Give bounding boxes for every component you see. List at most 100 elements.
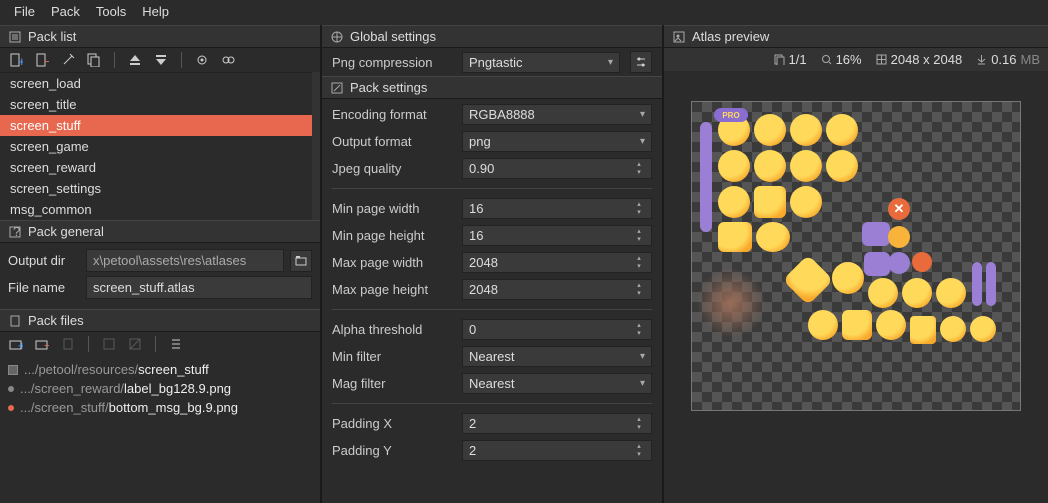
atlas-preview-header: Atlas preview <box>664 25 1048 48</box>
menu-file[interactable]: File <box>8 2 41 21</box>
preview-zoom[interactable]: 16% <box>821 52 862 67</box>
pack-list-item[interactable]: msg_common <box>0 199 312 220</box>
pack-settings-header: Pack settings <box>322 76 662 99</box>
svg-text:−: − <box>44 338 49 351</box>
include-icon[interactable] <box>101 336 117 352</box>
alpha-input[interactable]: 0▴▾ <box>462 319 652 340</box>
pack-list-title: Pack list <box>28 29 76 44</box>
maxw-input[interactable]: 2048▴▾ <box>462 252 652 273</box>
panel-icon <box>8 30 22 44</box>
svg-text:−: − <box>44 54 49 67</box>
magf-label: Mag filter <box>332 376 456 391</box>
svg-text:+: + <box>18 54 23 67</box>
png-compression-settings-icon[interactable] <box>630 51 652 73</box>
remove-folder-icon[interactable]: − <box>34 336 50 352</box>
sprite <box>876 310 906 340</box>
sprite <box>754 150 786 182</box>
file-item[interactable]: .../petool/resources/screen_stuff <box>6 360 314 379</box>
global-settings-title: Global settings <box>350 29 436 44</box>
sprite <box>910 316 936 344</box>
pack-list-item[interactable]: screen_load <box>0 73 312 94</box>
new-pack-icon[interactable]: + <box>8 52 24 68</box>
menu-pack[interactable]: Pack <box>45 2 86 21</box>
sprite: ✕ <box>888 198 910 220</box>
minf-label: Min filter <box>332 349 456 364</box>
sprite <box>940 316 966 342</box>
pack-files-toolbar: + − <box>0 332 320 356</box>
panel-icon <box>330 30 344 44</box>
sprite <box>756 222 790 252</box>
padx-input[interactable]: 2▴▾ <box>462 413 652 434</box>
sprite <box>888 252 910 274</box>
encoding-select[interactable]: RGBA8888 <box>462 104 652 125</box>
pack-settings-title: Pack settings <box>350 80 427 95</box>
browse-output-dir-icon[interactable] <box>290 250 312 272</box>
maxh-input[interactable]: 2048▴▾ <box>462 279 652 300</box>
pack-list-item[interactable]: screen_settings <box>0 178 312 199</box>
expand-icon[interactable] <box>168 336 184 352</box>
pack-general-title: Pack general <box>28 224 104 239</box>
magf-select[interactable]: Nearest <box>462 373 652 394</box>
svg-text:+: + <box>18 338 23 351</box>
minw-input[interactable]: 16▴▾ <box>462 198 652 219</box>
atlas-texture: ✕ PRO <box>691 101 1021 411</box>
exclude-icon[interactable] <box>127 336 143 352</box>
pack-list-item[interactable]: screen_stuff <box>0 115 312 136</box>
edit-pack-icon[interactable] <box>60 52 76 68</box>
png-compression-select[interactable]: Pngtastic <box>462 52 620 73</box>
menubar: File Pack Tools Help <box>0 0 1048 25</box>
file-status-dot <box>8 405 14 411</box>
copy-pack-icon[interactable] <box>86 52 102 68</box>
sprite <box>718 186 750 218</box>
preview-canvas[interactable]: ✕ PRO <box>664 71 1048 503</box>
output-label: Output format <box>332 134 456 149</box>
pack-list-toolbar: + − <box>0 48 320 72</box>
minf-select[interactable]: Nearest <box>462 346 652 367</box>
scrollbar[interactable] <box>312 72 320 220</box>
sprite <box>718 222 752 252</box>
atlas-preview-title: Atlas preview <box>692 29 769 44</box>
file-name-input[interactable]: screen_stuff.atlas <box>86 276 312 299</box>
file-name-label: File name <box>8 280 80 295</box>
sprite <box>868 278 898 308</box>
maxh-label: Max page height <box>332 282 456 297</box>
output-dir-input[interactable]: x\petool\assets\res\atlases <box>86 249 284 272</box>
output-select[interactable]: png <box>462 131 652 152</box>
pack-files-header: Pack files <box>0 309 320 332</box>
menu-tools[interactable]: Tools <box>90 2 132 21</box>
minh-input[interactable]: 16▴▾ <box>462 225 652 246</box>
sprite <box>912 252 932 272</box>
pack-list-item[interactable]: screen_reward <box>0 157 312 178</box>
delete-pack-icon[interactable]: − <box>34 52 50 68</box>
sprite <box>888 226 910 248</box>
sprite <box>696 268 766 338</box>
add-file-icon[interactable] <box>60 336 76 352</box>
file-item[interactable]: .../screen_reward/label_bg128.9.png <box>6 379 314 398</box>
pack-list-item[interactable]: screen_game <box>0 136 312 157</box>
pady-input[interactable]: 2▴▾ <box>462 440 652 461</box>
pack-list-item[interactable]: screen_title <box>0 94 312 115</box>
add-folder-icon[interactable]: + <box>8 336 24 352</box>
sprite <box>790 114 822 146</box>
move-down-icon[interactable] <box>153 52 169 68</box>
sprite <box>902 278 932 308</box>
pack-settings-icon[interactable] <box>194 52 210 68</box>
sprite <box>970 316 996 342</box>
panel-icon <box>672 30 686 44</box>
sprite <box>718 150 750 182</box>
file-item[interactable]: .../screen_stuff/bottom_msg_bg.9.png <box>6 398 314 417</box>
preview-dimensions: 2048 x 2048 <box>876 52 963 67</box>
menu-help[interactable]: Help <box>136 2 175 21</box>
pack-all-icon[interactable] <box>220 52 236 68</box>
alpha-label: Alpha threshold <box>332 322 456 337</box>
move-up-icon[interactable] <box>127 52 143 68</box>
file-status-dot <box>8 386 14 392</box>
png-compression-label: Png compression <box>332 55 456 70</box>
sprite <box>862 222 890 246</box>
padx-label: Padding X <box>332 416 456 431</box>
sprite <box>826 150 858 182</box>
sprite <box>842 310 872 340</box>
sprite <box>700 122 712 232</box>
jpeg-input[interactable]: 0.90▴▾ <box>462 158 652 179</box>
maxw-label: Max page width <box>332 255 456 270</box>
